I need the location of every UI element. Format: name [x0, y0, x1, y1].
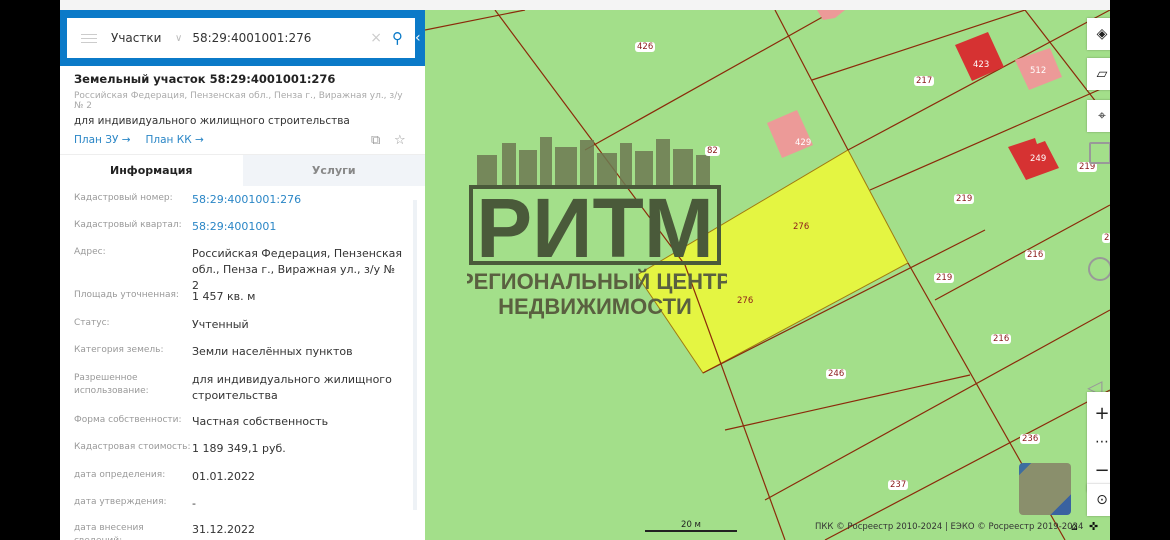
- star-icon[interactable]: ☆: [394, 133, 406, 148]
- field-value: Учтенный: [192, 318, 249, 331]
- plan-zu-link[interactable]: План ЗУ →: [74, 134, 131, 146]
- parcel-title: Земельный участок 58:29:4001001:276: [74, 72, 336, 86]
- measure-button[interactable]: ▱: [1087, 58, 1110, 90]
- copyright: ПКК © Росреестр 2010-2024 | ЕЭКО © Росре…: [815, 522, 1084, 532]
- field-value: Частная собственность: [192, 415, 329, 428]
- nav-home-button[interactable]: [1088, 257, 1110, 281]
- browser-top-strip: [60, 0, 1110, 10]
- field-label: Категория земель:: [74, 345, 164, 355]
- field-value: -: [192, 497, 196, 510]
- plan-kk-link[interactable]: План КК →: [146, 134, 204, 146]
- field-label: Кадастровый квартал:: [74, 220, 182, 230]
- field-label: дата определения:: [74, 470, 166, 480]
- parcel-label[interactable]: 216: [1025, 250, 1046, 260]
- collapse-panel-icon[interactable]: ‹: [415, 30, 425, 46]
- building-label[interactable]: 429: [793, 138, 813, 148]
- compass-icon: ⊙: [1096, 492, 1108, 508]
- field-label: Форма собственности:: [74, 415, 182, 425]
- layers-icon: ◈: [1096, 26, 1108, 42]
- field-value: для индивидуального жилищного строительс…: [192, 373, 392, 402]
- home-icon[interactable]: ⌂: [1071, 520, 1078, 533]
- parcel-label[interactable]: 246: [826, 369, 847, 379]
- parcel-label[interactable]: 236: [1020, 434, 1041, 444]
- panel-scrollbar[interactable]: [413, 200, 417, 510]
- selected-parcel-label[interactable]: 276: [791, 222, 811, 232]
- locate-point-button[interactable]: ⌖: [1087, 100, 1110, 132]
- layers-button[interactable]: ◈: [1087, 18, 1110, 50]
- tab-services[interactable]: Услуги: [242, 155, 425, 186]
- parcel-label[interactable]: 219: [934, 273, 955, 283]
- category-select[interactable]: Участки: [111, 31, 175, 45]
- building: [767, 110, 813, 158]
- search-box: Участки ∨ 58:29:4001001:276 × ⚲: [67, 18, 415, 58]
- search-input[interactable]: 58:29:4001001:276: [192, 31, 370, 45]
- zoom-controls: + ⋯ −: [1087, 392, 1110, 492]
- cadastral-map[interactable]: РИТМ РЕГИОНАЛЬНЫЙ ЦЕНТР НЕДВИЖИМОСТИ 426…: [425, 10, 1110, 540]
- zoom-out-icon[interactable]: −: [1094, 460, 1109, 481]
- parcel-purpose: для индивидуального жилищного строительс…: [74, 115, 350, 127]
- tab-information[interactable]: Информация: [60, 155, 243, 186]
- compass-button[interactable]: ⊙: [1087, 484, 1110, 516]
- watermark-line1: РЕГИОНАЛЬНЫЙ ЦЕНТР: [467, 269, 727, 294]
- clear-icon[interactable]: ×: [370, 30, 382, 46]
- building-label[interactable]: 512: [1028, 66, 1048, 76]
- parcel-label[interactable]: 426: [635, 42, 656, 52]
- field-label: Кадастровый номер:: [74, 193, 173, 203]
- field-value: Земли населённых пунктов: [192, 345, 353, 358]
- info-panel: Участки ∨ 58:29:4001001:276 × ⚲ ‹ Земель…: [60, 10, 425, 540]
- parcel-label[interactable]: 216: [991, 334, 1012, 344]
- ritm-watermark-logo: РИТМ РЕГИОНАЛЬНЫЙ ЦЕНТР НЕДВИЖИМОСТИ: [467, 135, 727, 325]
- ruler-icon: ▱: [1096, 66, 1108, 82]
- basemap-switcher[interactable]: [1019, 463, 1071, 515]
- parcel-label[interactable]: 2: [1102, 233, 1110, 243]
- building: [817, 10, 845, 20]
- field-value: 31.12.2022: [192, 523, 255, 536]
- building: [955, 32, 1004, 81]
- watermark-name: РИТМ: [476, 181, 714, 275]
- field-value: 1 457 кв. м: [192, 290, 256, 303]
- parcel-label[interactable]: 217: [914, 76, 935, 86]
- selected-parcel-label[interactable]: 276: [735, 296, 755, 306]
- cadastral-number-link[interactable]: 58:29:4001001:276: [192, 192, 404, 208]
- cadastral-quarter-link[interactable]: 58:29:4001001: [192, 219, 404, 235]
- chevron-down-icon[interactable]: ∨: [175, 33, 182, 44]
- scale-bar: 20 м: [645, 520, 737, 532]
- search-bar: Участки ∨ 58:29:4001001:276 × ⚲ ‹: [60, 10, 425, 66]
- field-label: Площадь уточненная:: [74, 290, 179, 300]
- field-value: 1 189 349,1 руб.: [192, 442, 286, 455]
- field-label: Кадастровая стоимость:: [74, 442, 191, 452]
- field-label: Разрешенное использование:: [74, 373, 149, 396]
- field-value: Российская Федерация, Пензенская обл., П…: [192, 247, 402, 292]
- parcel-label[interactable]: 237: [888, 480, 909, 490]
- field-label: дата внесения сведений:: [74, 523, 144, 540]
- field-label: дата утверждения:: [74, 497, 167, 507]
- parcel-address: Российская Федерация, Пензенская обл., П…: [74, 91, 403, 111]
- field-label: Статус:: [74, 318, 110, 328]
- nav-recent-apps-button[interactable]: [1089, 142, 1110, 164]
- zoom-in-icon[interactable]: +: [1094, 403, 1109, 424]
- more-icon[interactable]: ⋯: [1095, 434, 1109, 450]
- parcel-label[interactable]: 219: [954, 194, 975, 204]
- field-label: Адрес:: [74, 247, 106, 257]
- parcel-label[interactable]: 82: [705, 146, 720, 156]
- search-on-map-icon[interactable]: ⧉: [371, 133, 380, 148]
- field-value: 01.01.2022: [192, 470, 255, 483]
- building-label[interactable]: 423: [971, 60, 991, 70]
- location-icon[interactable]: ✜: [1089, 520, 1098, 533]
- crosshair-icon: ⌖: [1098, 108, 1106, 124]
- building-label[interactable]: 249: [1028, 154, 1048, 164]
- menu-icon[interactable]: [81, 33, 97, 43]
- watermark-line2: НЕДВИЖИМОСТИ: [498, 294, 692, 319]
- search-icon[interactable]: ⚲: [392, 29, 403, 47]
